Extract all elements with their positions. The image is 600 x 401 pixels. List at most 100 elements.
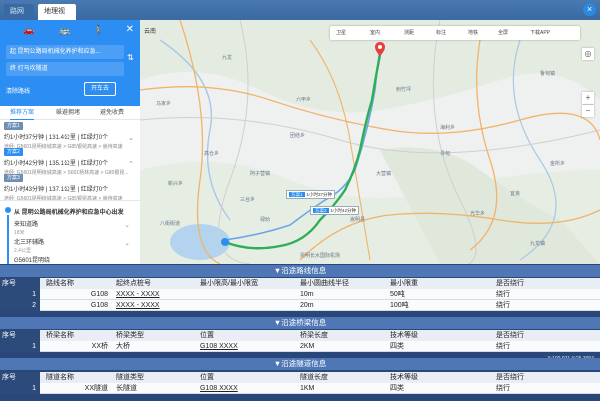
map-place-label: 六甲乡 <box>296 97 312 103</box>
col-header: 隧道类型 <box>116 374 144 381</box>
tool-satellite[interactable]: 卫星 <box>336 26 346 40</box>
detour-flag: 绕行 <box>496 343 510 350</box>
tunnel-section-header[interactable]: ▼沿途隧道信息 <box>0 358 600 370</box>
close-icon[interactable]: ✕ <box>126 24 134 36</box>
col-header: 最小限重 <box>390 280 418 287</box>
map-place-label: 寻甸 <box>440 151 451 157</box>
plan-summary: 约1小时37分钟 | 131.4公里 | 红绿灯0个 <box>4 135 109 141</box>
col-header: 最小限高/最小限宽 <box>200 280 258 287</box>
map-toolbar: 卫星 室内 测距 标注 地铁 全屏 下载APP <box>330 26 580 40</box>
col-header: 最小圆曲线半径 <box>300 280 349 287</box>
plan-info-tooltip[interactable]: 方案1 1小时37分钟 <box>286 190 336 199</box>
walk-icon[interactable]: 🚶 <box>92 24 106 36</box>
origin-field[interactable]: 起 昆明公路局机械化养护和应急... <box>6 45 124 59</box>
step-item[interactable]: 北三环辅路 2.4公里 <box>14 237 44 254</box>
tab-road-network[interactable]: 路网视图 <box>4 4 34 31</box>
route-input-box: 🚗 🚌 🚶 ✕ 起 昆明公路局机械化养护和应急... 终 打马坎隧道 ⇅ 清除路… <box>0 20 140 106</box>
tooltip-tag: 方案2 <box>313 208 329 213</box>
min-height-width <box>200 300 296 311</box>
tab-avoid-congestion[interactable]: 躲避拥堵 <box>56 106 80 120</box>
map-place-label: 大营镇 <box>376 171 392 177</box>
col-header: 是否绕行 <box>496 374 524 381</box>
tool-indoor[interactable]: 室内 <box>370 26 380 40</box>
swap-icon[interactable]: ⇅ <box>127 53 134 62</box>
step-item[interactable]: 来知道路 18米 <box>14 219 38 236</box>
tool-measure[interactable]: 测距 <box>404 26 414 40</box>
plan-info-tooltip[interactable]: 方案2 1小时42分钟 <box>310 206 360 215</box>
min-weight: 50吨 <box>390 291 405 298</box>
step-title: 来知道路 <box>14 222 39 228</box>
col-header: 隧道长度 <box>300 374 328 381</box>
tooltip-tag: 方案1 <box>289 192 305 197</box>
route-steps: 从 昆明公路局机械化养护和应急中心出发 来知道路 18米 ⌄ 北三环辅路 2.4… <box>0 200 140 264</box>
map-place-label: 宜良 <box>510 191 521 197</box>
bus-icon[interactable]: 🚌 <box>58 24 72 36</box>
clear-route-link[interactable]: 清除路线 <box>6 86 30 95</box>
col-header: 隧道名称 <box>46 374 74 381</box>
table-row[interactable]: 1 G108 XXXX - XXXX 10m 50吨 绕行 <box>0 289 600 300</box>
col-header: 桥梁长度 <box>300 332 328 339</box>
map-place-label: 团结乡 <box>290 133 306 139</box>
route-table-header: 序号 路线名称 起终点桩号 最小限高/最小限宽 最小圆曲线半径 最小限重 是否绕… <box>0 278 600 289</box>
table-row[interactable]: 2 G108 XXXX - XXXX 20m 100吨 绕行 <box>0 300 600 311</box>
car-icon[interactable]: 🚗 <box>22 24 36 36</box>
plan-tag: 方案2 <box>4 148 23 156</box>
plan-item[interactable]: 方案2 约1小时42分钟 | 135.1公里 | 红绿灯0个 途经: G5601… <box>4 148 136 176</box>
zoom-in-icon[interactable]: + <box>582 92 594 104</box>
plan-item[interactable]: 方案1 约1小时37分钟 | 131.4公里 | 红绿灯0个 途经: G5601… <box>4 122 136 150</box>
tab-recommended[interactable]: 推荐方案 <box>10 106 35 120</box>
location-link[interactable]: G108 XXXX <box>200 341 296 352</box>
bridge-table-header: 序号 桥梁名称 桥梁类型 位置 桥梁长度 技术等级 是否绕行 <box>0 330 600 341</box>
col-header: 技术等级 <box>390 332 418 339</box>
destination-marker-icon[interactable] <box>375 42 385 56</box>
stake-range-link[interactable]: XXXX - XXXX <box>116 300 196 311</box>
map-place-label: 高仓乡 <box>204 151 220 157</box>
bridge-name: XX桥 <box>91 343 108 350</box>
bridge-length: 2KM <box>300 343 315 350</box>
plan-item[interactable]: 方案3 约1小时43分钟 | 137.1公里 | 红绿灯0个 途经: G5601… <box>4 174 136 202</box>
chevron-down-icon[interactable]: ⌄ <box>124 221 130 229</box>
compass-icon[interactable]: ◎ <box>582 48 594 60</box>
tool-mark[interactable]: 标注 <box>436 26 446 40</box>
map-place-label: 八街街道 <box>160 221 181 227</box>
col-header: 序号 <box>0 278 40 289</box>
location-link[interactable]: G108 XXXX <box>200 383 296 394</box>
chevron-down-icon[interactable]: ⌄ <box>124 239 130 247</box>
tech-grade: 四类 <box>390 343 404 350</box>
tooltip-text: 1小时42分钟 <box>330 208 357 213</box>
tab-avoid-toll[interactable]: 避免收费 <box>100 106 124 120</box>
start-drive-button[interactable]: 开车去 <box>84 82 116 96</box>
tab-geo-view[interactable]: 地理视图✖ <box>38 4 76 31</box>
min-height-width <box>200 289 296 300</box>
map-view[interactable]: 云南 卫星 室内 测距 标注 地铁 全屏 下载APP ◎ + − 九龙 六甲乡 … <box>140 20 600 264</box>
route-name: G108 <box>90 291 108 298</box>
tech-grade: 四类 <box>390 385 404 392</box>
bridge-section-header[interactable]: ▼沿途桥梁信息 <box>0 317 600 329</box>
col-header: 位置 <box>200 332 214 339</box>
close-window-icon[interactable]: × <box>583 3 596 16</box>
route-section-header[interactable]: ▼沿途路线信息 <box>0 265 600 277</box>
step-distance: 2.4公里 <box>14 248 31 254</box>
stake-range-link[interactable]: XXXX - XXXX <box>116 289 196 300</box>
table-row[interactable]: 1 XX隧道 长隧道 G108 XXXX 1KM 四类 绕行 <box>0 383 600 394</box>
zoom-out-icon[interactable]: − <box>582 105 594 117</box>
chevron-up-icon[interactable]: ⌃ <box>128 160 134 168</box>
tunnel-table-header: 序号 隧道名称 隧道类型 位置 隧道长度 技术等级 是否绕行 <box>0 372 600 383</box>
map-place-label: 马家乡 <box>156 101 172 107</box>
city-selector[interactable]: 云南 <box>144 26 156 35</box>
chevron-down-icon[interactable]: ⌄ <box>128 134 134 142</box>
travel-mode-bar: 🚗 🚌 🚶 ✕ <box>0 24 140 38</box>
step-item[interactable]: G5601昆明绕 <box>14 255 50 264</box>
route-name: G108 <box>90 302 108 309</box>
tool-download-app[interactable]: 下载APP <box>530 26 550 40</box>
tool-subway[interactable]: 地铁 <box>468 26 478 40</box>
step-title: 北三环辅路 <box>14 240 45 246</box>
tool-fullscreen[interactable]: 全屏 <box>498 26 508 40</box>
map-place-label: 嵩明县 <box>350 217 366 223</box>
col-header: 位置 <box>200 374 214 381</box>
table-row[interactable]: 1 XX桥 大桥 G108 XXXX 2KM 四类 绕行 <box>0 341 600 352</box>
map-place-label: 新兴乡 <box>168 181 184 187</box>
map-place-label: 九龙 <box>222 55 233 61</box>
destination-field[interactable]: 终 打马坎隧道 <box>6 62 124 76</box>
map-place-label: 禄劝 <box>260 217 271 223</box>
